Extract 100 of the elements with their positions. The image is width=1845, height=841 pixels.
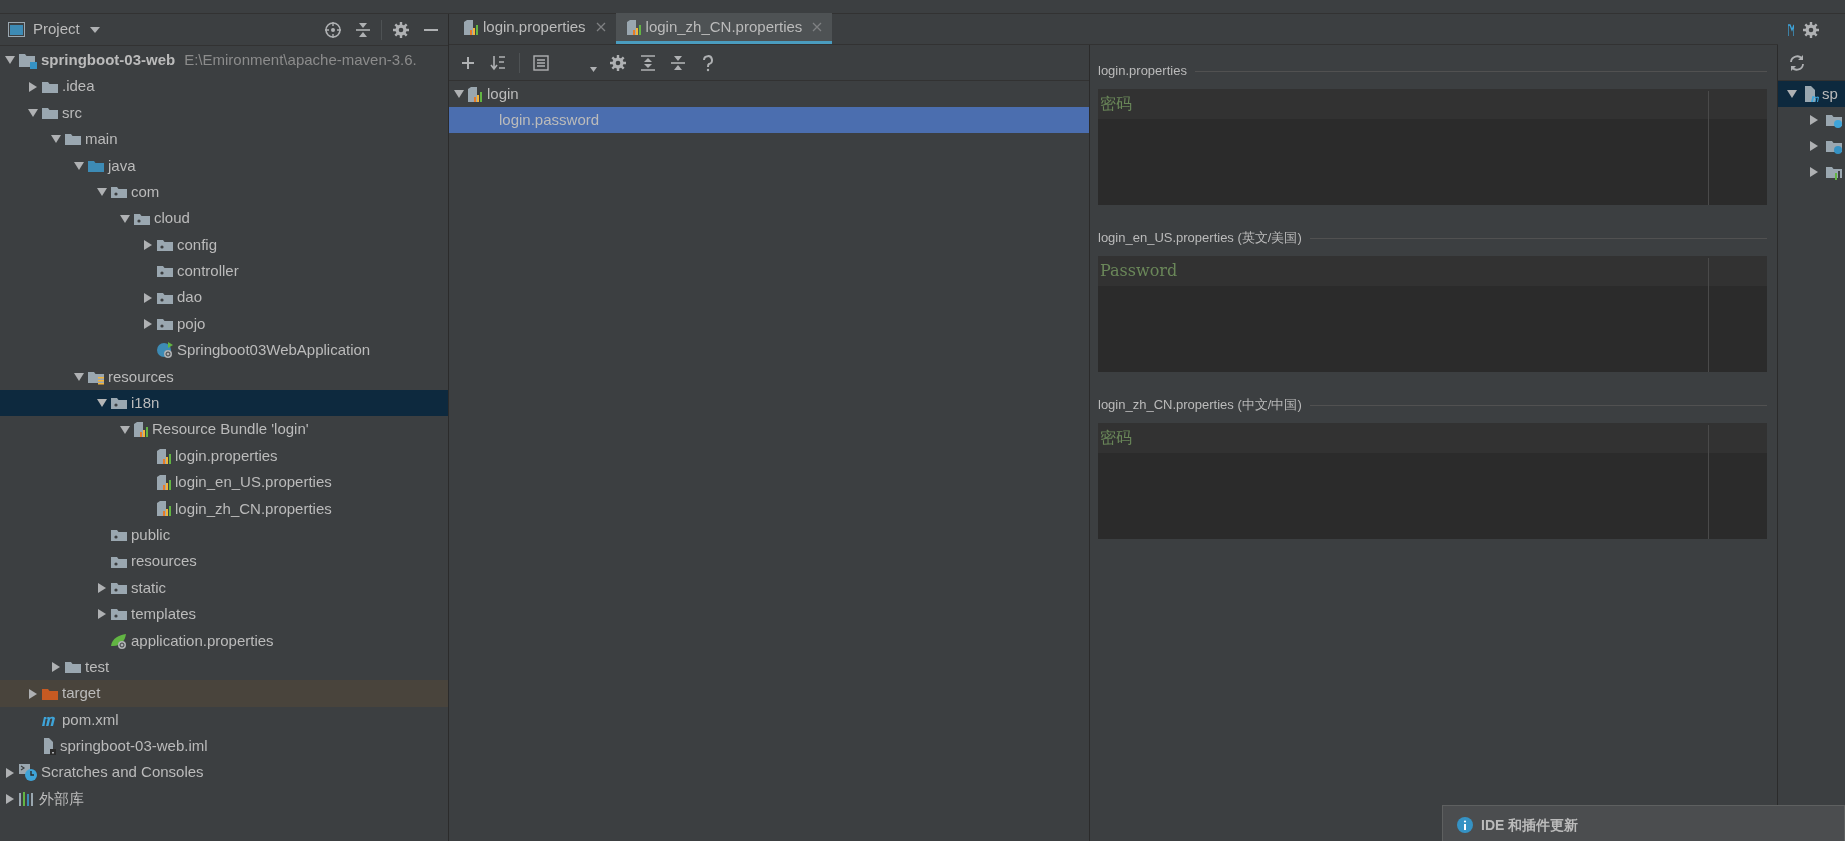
settings-icon[interactable] (392, 20, 410, 39)
locate-icon[interactable] (324, 20, 342, 39)
tree-row[interactable]: main (0, 126, 448, 153)
tree-item-label: main (85, 129, 118, 150)
tree-item-label: public (131, 524, 171, 545)
expand-all-icon[interactable] (639, 53, 657, 72)
tree-row[interactable]: test (0, 654, 448, 681)
tree-row[interactable]: resources (0, 363, 448, 391)
properties-file-icon (156, 500, 172, 518)
tree-item-label: pom.xml (62, 709, 119, 730)
dropdown-caret-icon[interactable] (590, 67, 597, 72)
tree-row[interactable]: sp (1778, 81, 1845, 107)
editor-tab[interactable]: login.properties (453, 13, 616, 44)
tree-item-label: src (62, 102, 82, 123)
tree-row[interactable]: controller (0, 258, 448, 285)
collapse-arrow-icon[interactable] (27, 106, 39, 119)
tree-row[interactable]: java (0, 152, 448, 179)
tree-item-label: static (131, 577, 166, 598)
folder-icon (64, 131, 82, 148)
file-icon (41, 737, 57, 756)
tree-row[interactable]: application.properties (0, 627, 448, 654)
close-icon[interactable] (595, 22, 606, 32)
expand-arrow-icon[interactable] (1808, 140, 1820, 152)
locale-file-heading: login.properties (1098, 62, 1187, 81)
collapse-arrow-icon[interactable] (119, 212, 131, 225)
tree-row[interactable]: springboot-03-web.iml (0, 733, 448, 760)
package-folder-icon (110, 606, 128, 623)
tree-row[interactable]: config (0, 231, 448, 259)
properties-file-icon (156, 447, 172, 465)
properties-file-icon (625, 18, 642, 36)
collapse-all-icon[interactable] (669, 53, 687, 72)
tree-item-label: login_en_US.properties (175, 472, 332, 493)
expand-arrow-icon[interactable] (96, 582, 108, 594)
tree-row[interactable]: login (449, 81, 1089, 107)
expand-arrow-icon[interactable] (27, 80, 39, 93)
settings-icon[interactable] (1802, 20, 1820, 39)
maven-m-icon (1788, 23, 1794, 36)
collapse-arrow-icon[interactable] (453, 88, 465, 100)
tree-row[interactable]: resources (0, 548, 448, 575)
tree-row[interactable]: src (0, 99, 448, 127)
expand-arrow-icon[interactable] (1808, 114, 1820, 126)
tree-row[interactable]: Scratches and Consoles (0, 759, 448, 786)
package-folder-icon (110, 395, 128, 412)
tree-row[interactable]: dao (0, 284, 448, 311)
tree-item-label: pojo (177, 313, 206, 334)
expand-arrow-icon[interactable] (142, 238, 154, 251)
tree-row[interactable]: i18n (0, 390, 448, 417)
tree-item-label: 外部库 (39, 788, 84, 809)
collapse-arrow-icon[interactable] (73, 159, 85, 172)
libraries-icon (18, 791, 36, 808)
refresh-icon[interactable] (1788, 53, 1806, 72)
tree-row[interactable]: pom.xml (0, 706, 448, 734)
module-folder-icon (18, 51, 38, 69)
value-editor[interactable]: 密码 (1098, 423, 1767, 539)
package-folder-icon (156, 263, 174, 280)
collapse-arrow-icon[interactable] (119, 423, 131, 436)
expand-arrow-icon[interactable] (96, 608, 108, 621)
tree-row[interactable]: public (0, 522, 448, 549)
tree-row[interactable]: templates (0, 601, 448, 628)
package-folder-icon (110, 184, 128, 201)
tree-row[interactable]: com (0, 178, 448, 206)
group-by-icon[interactable] (532, 53, 550, 72)
tree-row[interactable]: login_en_US.properties (0, 469, 448, 496)
tree-row[interactable]: login.properties (0, 442, 448, 470)
locale-file-heading: login_zh_CN.properties (中文/中国) (1098, 396, 1302, 415)
expand-arrow-icon[interactable] (50, 661, 62, 674)
dropdown-caret-icon[interactable] (89, 26, 100, 33)
sort-icon[interactable] (489, 53, 507, 72)
expand-arrow-icon[interactable] (27, 687, 39, 700)
tree-item-label: templates (131, 604, 197, 625)
tree-row[interactable]: target (0, 680, 448, 707)
tree-row[interactable]: springboot-03-web E:\Emironment\apache-maven-3.6. (0, 47, 448, 74)
collapse-all-icon[interactable] (354, 20, 372, 39)
expand-arrow-icon[interactable] (1808, 166, 1820, 178)
editor-tab[interactable]: login_zh_CN.properties (615, 13, 833, 44)
tree-row[interactable]: Springboot03WebApplication (0, 337, 448, 364)
expand-arrow-icon[interactable] (142, 291, 154, 304)
tree-row[interactable]: login_zh_CN.properties (0, 495, 448, 523)
tree-row[interactable]: .idea (0, 73, 448, 100)
collapse-arrow-icon[interactable] (73, 370, 85, 383)
tree-row[interactable]: static (0, 574, 448, 602)
expand-arrow-icon[interactable] (4, 793, 16, 806)
tree-row[interactable]: 外部库 (0, 785, 448, 813)
tree-item-label: springboot-03-web.iml (60, 736, 208, 757)
tree-item-label: sp (1822, 83, 1838, 104)
settings-icon[interactable] (609, 53, 627, 72)
tree-item-label: .idea (62, 76, 95, 97)
folder-icon (64, 659, 82, 676)
tree-row[interactable]: pojo (0, 310, 448, 338)
value-editor[interactable]: 密码 (1098, 89, 1767, 205)
tree-row[interactable]: cloud (0, 205, 448, 232)
tree-item-label: login (487, 83, 519, 104)
tree-item-label: Springboot03WebApplication (177, 340, 371, 361)
collapse-arrow-icon[interactable] (1786, 88, 1798, 100)
value-editor[interactable]: Password (1098, 256, 1767, 372)
info-icon (1457, 817, 1473, 833)
tree-row[interactable]: Resource Bundle 'login' (0, 416, 448, 443)
panel-title[interactable]: Project (33, 18, 80, 41)
expand-arrow-icon[interactable] (142, 318, 154, 331)
expand-arrow-icon[interactable] (4, 766, 16, 779)
